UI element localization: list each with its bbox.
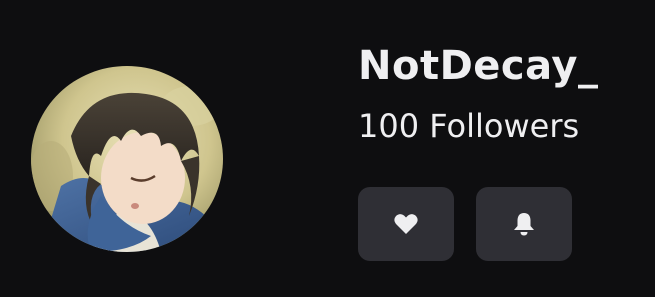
avatar[interactable] bbox=[31, 66, 223, 252]
channel-info: NotDecay_ 100 Followers bbox=[358, 38, 648, 148]
channel-actions bbox=[358, 187, 572, 261]
heart-icon bbox=[394, 214, 418, 234]
follow-button[interactable] bbox=[358, 187, 454, 261]
notifications-button[interactable] bbox=[476, 187, 572, 261]
avatar-container bbox=[30, 66, 226, 252]
channel-card: NotDecay_ 100 Followers bbox=[0, 0, 655, 297]
avatar-image bbox=[31, 66, 223, 252]
follower-count: 100 Followers bbox=[358, 107, 580, 145]
channel-username[interactable]: NotDecay_ bbox=[358, 38, 648, 94]
bell-icon bbox=[514, 213, 534, 236]
